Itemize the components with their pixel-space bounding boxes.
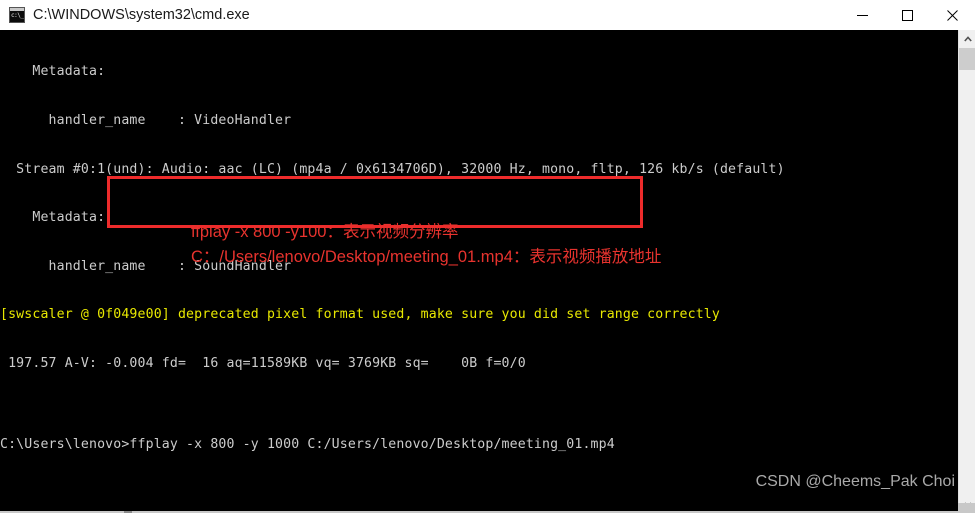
console-line-warning: [swscaler @ 0f049e00] deprecated pixel f… xyxy=(0,307,720,323)
maximize-icon xyxy=(902,9,913,21)
scrollbar-thumb[interactable] xyxy=(959,48,975,70)
chevron-up-icon xyxy=(963,35,972,42)
window-controls xyxy=(840,0,975,30)
window-bottom-edge xyxy=(0,503,975,513)
cmd-window: C:\WINDOWS\system32\cmd.exe xyxy=(0,0,975,513)
console-output-area[interactable]: Metadata: handler_name : VideoHandler St… xyxy=(0,30,975,503)
close-icon xyxy=(947,9,958,21)
title-bar[interactable]: C:\WINDOWS\system32\cmd.exe xyxy=(0,0,975,31)
close-button[interactable] xyxy=(930,0,975,30)
console-line: Stream #0:1(und): Audio: aac (LC) (mp4a … xyxy=(0,161,785,177)
cmd-icon xyxy=(9,7,25,23)
annotation-resolution: ffplay -x 800 -y100：表示视频分辨率 xyxy=(191,223,459,241)
window-title: C:\WINDOWS\system32\cmd.exe xyxy=(33,7,250,23)
watermark: CSDN @Cheems_Pak Choi xyxy=(755,473,955,490)
console-line: Metadata: xyxy=(0,64,106,80)
console-line: handler_name : VideoHandler xyxy=(0,113,292,129)
maximize-button[interactable] xyxy=(885,0,930,30)
console-prompt-line: C:\Users\lenovo>ffplay -x 800 -y 1000 C:… xyxy=(0,437,615,453)
scroll-up-button[interactable] xyxy=(959,30,975,47)
vertical-scrollbar[interactable] xyxy=(958,30,975,513)
console-line-status: 197.57 A-V: -0.004 fd= 16 aq=11589KB vq=… xyxy=(0,356,526,372)
minimize-button[interactable] xyxy=(840,0,885,30)
bottom-edge-dark xyxy=(0,503,958,511)
annotation-filepath: C：/Users/lenovo/Desktop/meeting_01.mp4：表… xyxy=(191,248,662,266)
console-line: Metadata: xyxy=(0,210,106,226)
minimize-icon xyxy=(857,14,868,16)
